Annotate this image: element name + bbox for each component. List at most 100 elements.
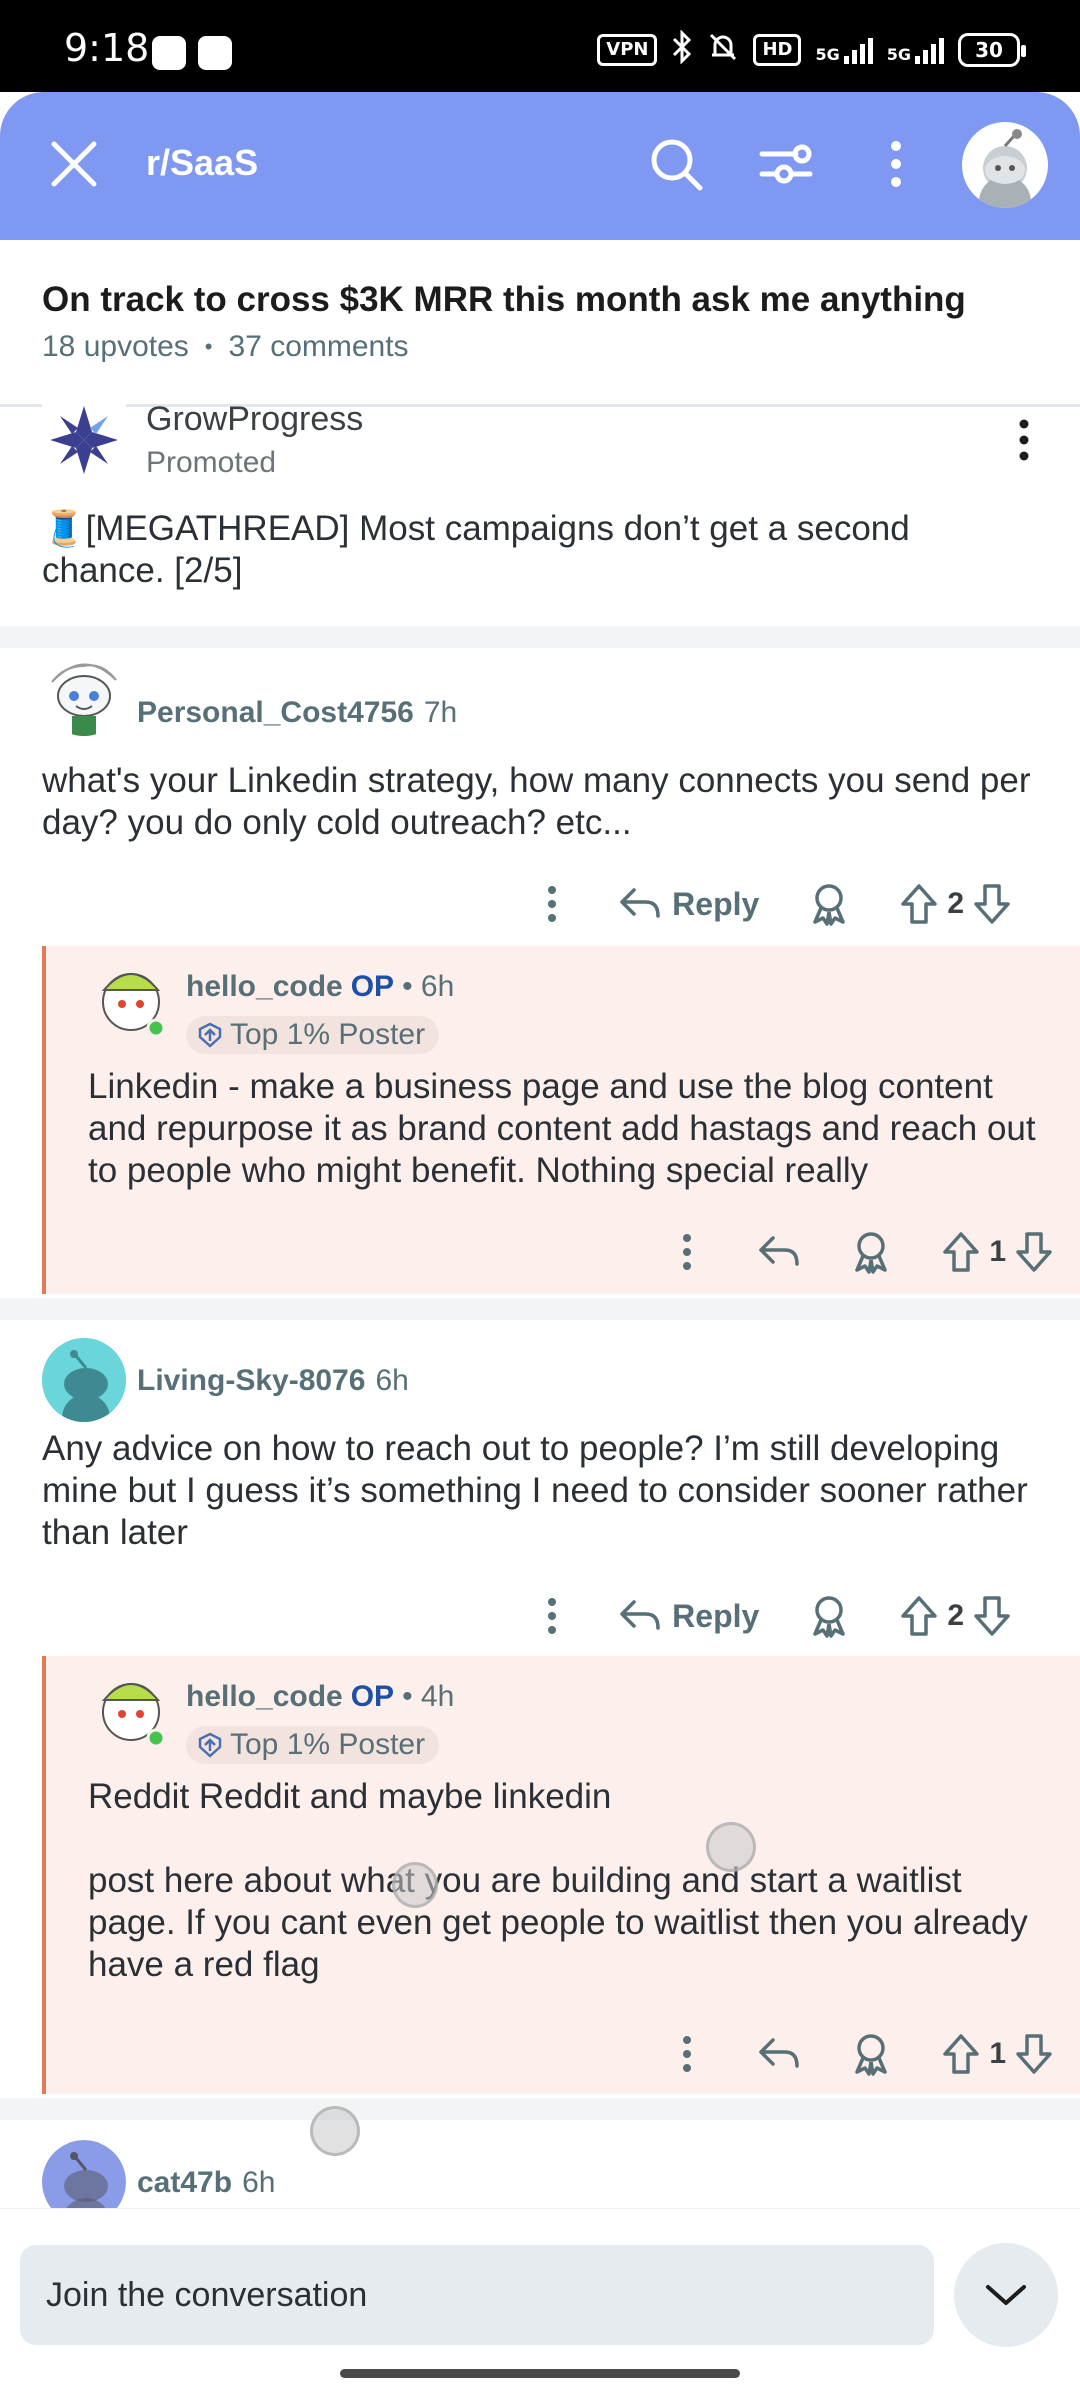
post-title[interactable]: On track to cross $3K MRR this month ask… — [42, 280, 966, 320]
reply-actions: 1 — [667, 2026, 1054, 2082]
status-bar: 9:18 VPN HD 5G 5G 30 — [0, 0, 1080, 92]
status-indicators: VPN HD 5G 5G 30 — [597, 29, 1026, 70]
username[interactable]: Living-Sky-8076 — [137, 1364, 365, 1397]
join-conversation-input[interactable]: Join the conversation — [20, 2245, 934, 2345]
status-time: 9:18 — [64, 26, 150, 70]
reply-arrow-icon — [620, 888, 660, 918]
app-notification-icon — [152, 36, 186, 70]
award-icon[interactable] — [809, 876, 849, 932]
vpn-badge: VPN — [597, 34, 658, 66]
more-vertical-icon[interactable] — [667, 2026, 707, 2082]
battery-icon: 30 — [958, 33, 1026, 67]
award-icon[interactable] — [809, 1588, 849, 1644]
downvote-icon[interactable] — [1014, 1224, 1054, 1280]
vote-count: 1 — [989, 1235, 1006, 1268]
promoted-text[interactable]: 🧵[MEGATHREAD] Most campaigns don’t get a… — [42, 508, 1042, 592]
comment-avatar[interactable] — [42, 652, 126, 736]
collapse-button[interactable] — [954, 2243, 1058, 2347]
signal-5g-icon: 5G — [887, 36, 944, 64]
reply-button[interactable] — [757, 2026, 801, 2082]
flair-badge-icon — [198, 1022, 222, 1048]
user-avatar[interactable] — [962, 122, 1048, 208]
downvote-icon[interactable] — [1014, 2026, 1054, 2082]
sort-filter-icon[interactable] — [756, 134, 816, 194]
flair-text: Top 1% Poster — [230, 1018, 426, 1051]
upvote-icon[interactable] — [899, 1588, 939, 1644]
award-icon[interactable] — [851, 2026, 891, 2082]
award-icon[interactable] — [851, 1224, 891, 1280]
section-divider — [0, 2098, 1080, 2120]
advertiser-logo[interactable] — [42, 398, 126, 482]
comment-username[interactable]: cat47b 6h — [137, 2166, 275, 2200]
more-vertical-icon[interactable] — [667, 1224, 707, 1280]
comment-body: what's your Linkedin strategy, how many … — [42, 761, 1031, 842]
flair-text: Top 1% Poster — [230, 1728, 426, 1761]
username[interactable]: hello_code — [186, 970, 343, 1003]
comment-time: • 4h — [402, 1680, 455, 1713]
mute-bell-icon — [707, 31, 739, 69]
hd-badge: HD — [753, 34, 802, 66]
user-flair: Top 1% Poster — [186, 1016, 440, 1054]
join-placeholder: Join the conversation — [46, 2275, 368, 2314]
more-vertical-icon[interactable] — [532, 1588, 572, 1644]
username[interactable]: cat47b — [137, 2166, 232, 2199]
reply-label: Reply — [672, 885, 760, 922]
downvote-icon[interactable] — [972, 1588, 1012, 1644]
reply-avatar[interactable] — [90, 1666, 172, 1748]
network-type-label: 5G — [886, 45, 911, 64]
reply-actions: 1 — [667, 1224, 1054, 1280]
subreddit-title[interactable]: r/SaaS — [146, 142, 258, 184]
flair-badge-icon — [198, 1732, 222, 1758]
signal-5g-icon: 5G — [815, 36, 873, 64]
reply-button[interactable]: Reply — [618, 876, 759, 932]
reply-arrow-icon — [759, 2038, 800, 2068]
search-icon[interactable] — [646, 134, 706, 194]
more-vertical-icon[interactable] — [532, 876, 572, 932]
reply-thread: hello_code OP • 6h Top 1% Poster Linkedin … — [42, 946, 1080, 1294]
more-vertical-icon[interactable] — [1016, 416, 1032, 464]
bluetooth-icon — [671, 29, 693, 70]
reply-button[interactable] — [757, 1224, 801, 1280]
touch-indicator — [392, 1862, 438, 1908]
close-icon[interactable] — [44, 134, 104, 194]
network-type-label: 5G — [815, 45, 840, 64]
subreddit-header: r/SaaS — [0, 92, 1080, 240]
reply-avatar[interactable] — [90, 956, 172, 1038]
home-indicator[interactable] — [340, 2369, 740, 2378]
vote-count: 2 — [947, 887, 964, 920]
meta-separator: • — [204, 334, 213, 359]
comment-actions: Reply 2 — [532, 876, 1012, 932]
advertiser-name[interactable]: GrowProgress — [146, 400, 363, 439]
upvote-icon[interactable] — [941, 2026, 981, 2082]
touch-indicator — [706, 1822, 756, 1872]
comment-composer-bar: Join the conversation — [0, 2208, 1080, 2400]
op-badge: OP — [350, 1680, 395, 1713]
touch-indicator — [310, 2106, 360, 2156]
upvote-icon[interactable] — [899, 876, 939, 932]
username[interactable]: hello_code — [186, 1680, 343, 1713]
user-flair: Top 1% Poster — [186, 1726, 440, 1764]
reply-username[interactable]: hello_code OP • 6h — [186, 970, 454, 1004]
reply-arrow-icon — [759, 1236, 800, 1266]
comment-body: Any advice on how to reach out to people… — [42, 1429, 1028, 1552]
more-vertical-icon[interactable] — [866, 134, 926, 194]
section-divider — [0, 626, 1080, 648]
comment-username[interactable]: Personal_Cost4756 7h — [137, 696, 457, 730]
vote-count: 1 — [989, 2037, 1006, 2070]
reply-button[interactable]: Reply — [618, 1588, 759, 1644]
reply-arrow-icon — [620, 1600, 660, 1630]
reply-username[interactable]: hello_code OP • 4h — [186, 1680, 454, 1714]
comment-username[interactable]: Living-Sky-8076 6h — [137, 1364, 409, 1398]
username[interactable]: Personal_Cost4756 — [137, 696, 414, 729]
upvote-icon[interactable] — [941, 1224, 981, 1280]
downvote-icon[interactable] — [972, 876, 1012, 932]
promoted-label: Promoted — [146, 446, 277, 479]
comment-time: 6h — [375, 1364, 409, 1397]
comment-avatar[interactable] — [42, 1338, 126, 1422]
reply-label: Reply — [672, 1597, 760, 1634]
battery-level: 30 — [975, 38, 1003, 62]
comment-time: • 6h — [402, 970, 455, 1003]
comment-time: 6h — [242, 2166, 276, 2199]
chevron-down-icon — [986, 2285, 1026, 2305]
upvote-count: 18 upvotes — [42, 330, 189, 363]
